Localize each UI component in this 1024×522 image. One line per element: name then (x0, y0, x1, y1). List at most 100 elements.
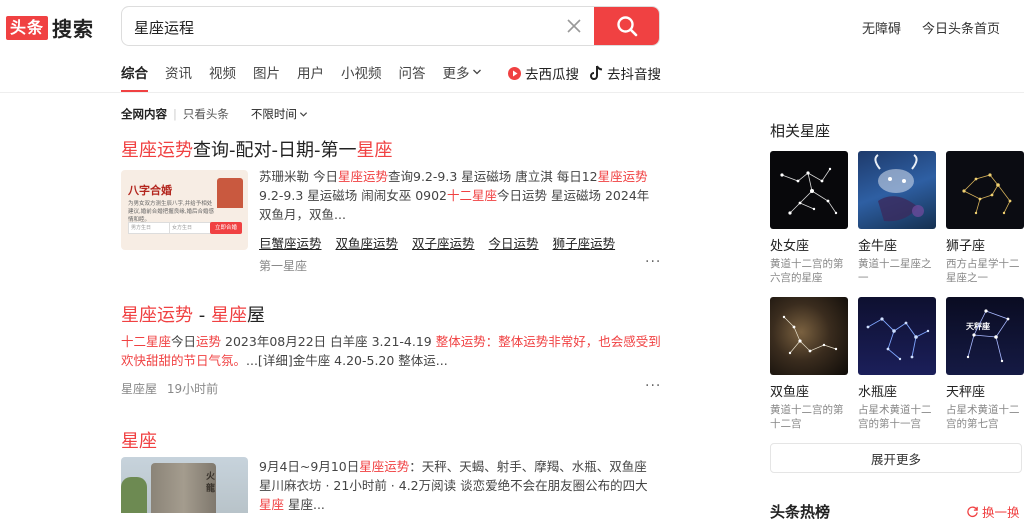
result-2-time: 19小时前 (166, 382, 219, 396)
constellation-card-virgo[interactable]: 处女座 黄道十二宫的第六宫的星座 (770, 151, 848, 285)
logo-box: 头条 (6, 15, 49, 40)
expand-more-button[interactable]: 展开更多 (770, 443, 1022, 473)
result-1-thumbnail[interactable]: 八字合婚 为男女双方测生辰八字,并给予相处建议,婚前合婚把握良缘,婚后合婚感情和… (121, 170, 248, 250)
leo-image (946, 151, 1024, 229)
refresh-button[interactable]: 换一换 (966, 502, 1020, 521)
result-2-more-icon[interactable]: ··· (645, 378, 661, 394)
snippet-highlight: 星座运势 (359, 459, 410, 474)
result-1-sublinks: 巨蟹座运势 双鱼座运势 双子座运势 今日运势 狮子座运势 (259, 233, 629, 252)
title-text: 查询-配对-日期-第一 (193, 140, 357, 161)
result-1-snippet: 苏珊米勒 今日星座运势查询9.2-9.3 星运磁场 唐立淇 每日12星座运势9.… (259, 167, 661, 224)
constellation-card-taurus[interactable]: 金牛座 黄道十二星座之一 (858, 151, 936, 285)
search-input[interactable] (122, 7, 566, 45)
snippet-highlight: 星座运势 (597, 169, 648, 184)
card-name: 天秤座 (946, 385, 986, 400)
snippet-highlight: 十二星座 (121, 334, 172, 349)
clear-search-button[interactable] (554, 7, 594, 45)
result-3-title[interactable]: 星座 (121, 427, 157, 453)
title-text: 屋 (246, 305, 265, 326)
ixigua-search-label: 去西瓜搜 (525, 67, 579, 83)
search-bar (121, 6, 660, 46)
title-highlight: 星座运势 (121, 140, 193, 161)
aquarius-image (858, 297, 936, 375)
tab-all[interactable]: 综合 (121, 62, 148, 92)
result-3-thumbnail[interactable]: 火 龍 (121, 457, 248, 513)
snippet-text: 今日 (171, 334, 197, 349)
search-tabs: 综合 资讯 视频 图片 用户 小视频 问答 更多 (121, 62, 499, 92)
hot-list-title: 头条热榜 (770, 503, 831, 521)
card-desc: 西方占星学十二星座之一 (946, 258, 1020, 284)
filter-separator: | (173, 107, 177, 121)
filter-all-content[interactable]: 全网内容 (121, 106, 167, 122)
search-button[interactable] (594, 7, 659, 45)
tab-short-video[interactable]: 小视频 (341, 62, 382, 82)
snippet-text: ...[详细]金牛座 4.20-5.20 整体运... (246, 353, 448, 368)
card-name: 处女座 (770, 239, 810, 254)
constellation-card-leo[interactable]: 狮子座 西方占星学十二星座之一 (946, 151, 1024, 285)
thumb-text: 为男女双方测生辰八字,并给予相处建议,婚前合婚把握良缘,婚后合婚感情和睦。 (128, 201, 214, 223)
title-highlight: 星座运势 (121, 305, 193, 326)
snippet-text: ：天秤、天蝎、射手、摩羯、水瓶、双鱼座 (409, 459, 647, 474)
pisces-image (770, 297, 848, 375)
header-divider (0, 92, 1024, 93)
sublink-pisces[interactable]: 双鱼座运势 (336, 233, 399, 252)
snippet-text: 9.2-9.3 星运磁场 闹闹女巫 0902 (259, 188, 448, 203)
tab-images[interactable]: 图片 (253, 62, 280, 82)
thumb-decoration (217, 178, 243, 208)
snippet-highlight: 星座 (259, 497, 285, 512)
result-2-title[interactable]: 星座运势 - 星座屋 (121, 301, 265, 327)
title-highlight: 星座 (210, 305, 247, 326)
ixigua-search-link[interactable]: 去西瓜搜 (507, 63, 579, 83)
tab-more-label: 更多 (442, 66, 470, 82)
result-2-snippet: 十二星座今日运势 2023年08月22日 白羊座 3.21-4.19 整体运势：… (121, 332, 661, 370)
snippet-text: 9月4日~9月10日 (259, 459, 360, 474)
related-constellations-title: 相关星座 (770, 122, 831, 140)
card-name: 金牛座 (858, 239, 898, 254)
refresh-label: 换一换 (982, 505, 1020, 520)
card-desc: 黄道十二宫的第六宫的星座 (770, 258, 844, 284)
tab-users[interactable]: 用户 (297, 62, 324, 82)
result-3-line-2: 星川麻衣坊 · 21小时前 · 4.2万阅读 谈恋爱绝不会在朋友圈公布的四大 (259, 478, 648, 493)
filter-toutiao-only[interactable]: 只看头条 (183, 106, 229, 122)
card-desc: 占星术黄道十二宫的第七宫 (946, 404, 1020, 430)
tab-more[interactable]: 更多 (443, 62, 482, 82)
filter-time[interactable]: 不限时间 (251, 106, 308, 122)
filter-time-label: 不限时间 (250, 107, 297, 121)
sublink-today[interactable]: 今日运势 (489, 233, 539, 252)
douyin-search-link[interactable]: 去抖音搜 (590, 63, 661, 83)
search-icon (617, 16, 638, 37)
result-3-snippet: 9月4日~9月10日星座运势：天秤、天蝎、射手、摩羯、水瓶、双鱼座 星川麻衣坊 … (259, 457, 661, 514)
accessibility-link[interactable]: 无障碍 (862, 18, 901, 37)
thumb-field-1: 男方生日 (128, 222, 170, 234)
card-name: 双鱼座 (770, 385, 810, 400)
tab-qa[interactable]: 问答 (399, 62, 426, 82)
constellation-card-libra[interactable]: 天秤座 天秤座 占星术黄道十二宫的第七宫 (946, 297, 1024, 431)
sublink-gemini[interactable]: 双子座运势 (412, 233, 475, 252)
ixigua-icon (508, 66, 521, 80)
snippet-text: 查询9.2-9.3 星运磁场 唐立淇 每日12 (388, 169, 598, 184)
card-name: 狮子座 (946, 239, 986, 254)
virgo-image (770, 151, 848, 229)
stone-text: 火 龍 (204, 471, 214, 493)
toutiao-home-link[interactable]: 今日头条首页 (922, 18, 1000, 37)
constellation-card-aquarius[interactable]: 水瓶座 占星术黄道十二宫的第十一宫 (858, 297, 936, 431)
sublink-cancer[interactable]: 巨蟹座运势 (259, 233, 322, 252)
snippet-highlight: 十二星座 (447, 188, 498, 203)
chevron-down-icon (472, 69, 481, 75)
tab-news[interactable]: 资讯 (165, 62, 192, 82)
logo-text: 搜索 (52, 17, 95, 41)
result-3-line-3: 星座 星座... (259, 495, 661, 514)
tab-video[interactable]: 视频 (209, 62, 236, 82)
douyin-search-label: 去抖音搜 (607, 67, 661, 83)
constellation-card-pisces[interactable]: 双鱼座 黄道十二宫的第十二宫 (770, 297, 848, 431)
result-1-source[interactable]: 第一星座 (259, 257, 307, 274)
result-filters: 全网内容 | 只看头条 不限时间 (121, 106, 308, 122)
result-1-more-icon[interactable]: ··· (645, 254, 661, 270)
title-highlight: 星座 (356, 140, 393, 161)
result-2-source[interactable]: 星座屋 (121, 382, 157, 396)
snippet-text: 星座... (284, 497, 325, 512)
result-1-title[interactable]: 星座运势查询-配对-日期-第一星座 (121, 136, 393, 162)
logo[interactable]: 头条 搜索 (6, 13, 94, 42)
sublink-leo[interactable]: 狮子座运势 (553, 233, 616, 252)
chevron-down-icon (299, 111, 307, 117)
